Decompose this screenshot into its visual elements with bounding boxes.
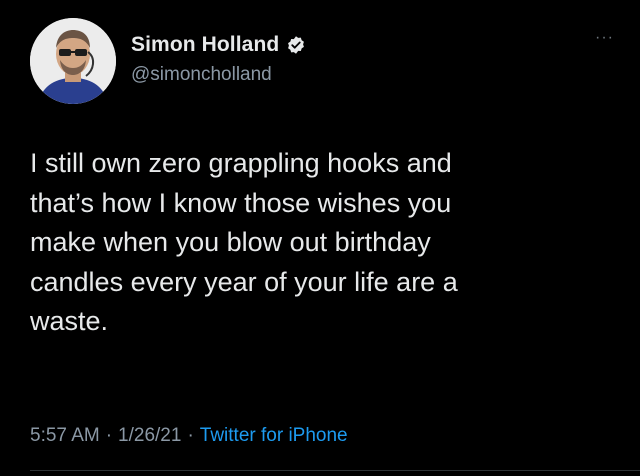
tweet-metadata: 5:57 AM · 1/26/21 · Twitter for iPhone bbox=[30, 425, 348, 447]
meta-separator: · bbox=[187, 425, 194, 446]
tweet-time[interactable]: 5:57 AM bbox=[30, 425, 100, 447]
avatar-image bbox=[30, 18, 116, 104]
avatar[interactable] bbox=[30, 18, 116, 104]
verified-badge-icon bbox=[286, 35, 306, 55]
meta-separator: · bbox=[105, 425, 113, 446]
tweet-text: I still own zero grappling hooks and tha… bbox=[30, 148, 458, 336]
tweet-card: Simon Holland @simoncholland ··· I still… bbox=[0, 0, 640, 476]
author-name-row: Simon Holland bbox=[131, 33, 306, 57]
tweet-source-link[interactable]: Twitter for iPhone bbox=[200, 425, 348, 447]
author-display-name[interactable]: Simon Holland bbox=[131, 33, 279, 57]
divider bbox=[30, 470, 640, 471]
more-options-icon[interactable]: ··· bbox=[595, 30, 614, 46]
tweet-date[interactable]: 1/26/21 bbox=[118, 425, 181, 447]
author-handle[interactable]: @simoncholland bbox=[131, 64, 272, 86]
